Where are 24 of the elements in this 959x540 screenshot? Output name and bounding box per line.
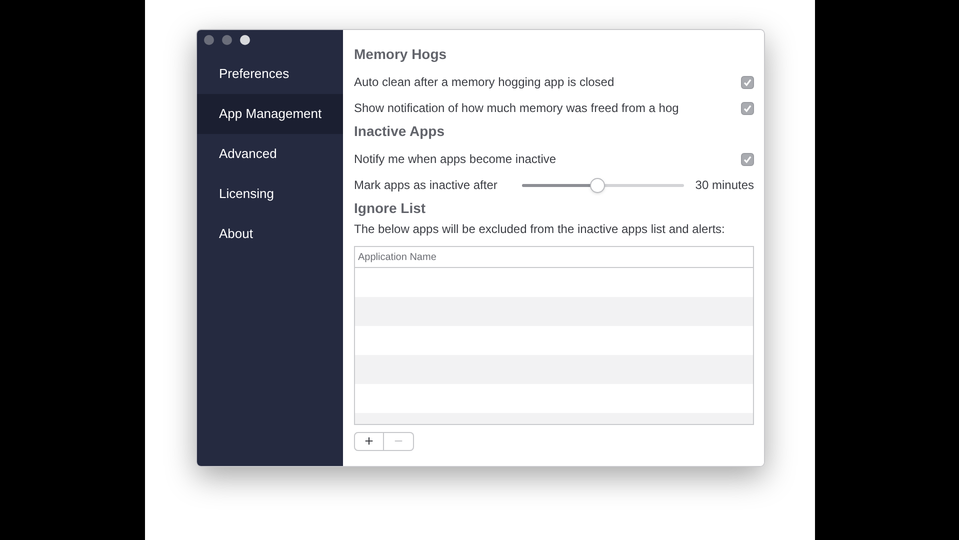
checkbox[interactable] <box>741 102 754 114</box>
checkmark-icon <box>743 154 752 164</box>
option-label: Notify me when apps become inactive <box>354 151 556 168</box>
option-label: Mark apps as inactive after <box>354 177 498 194</box>
checkmark-icon <box>743 78 752 86</box>
sidebar-item[interactable]: Licensing <box>197 174 343 214</box>
section-heading: Memory Hogs <box>354 45 448 64</box>
sidebar-item[interactable]: About <box>197 214 343 254</box>
slider-value: 30 minutes <box>695 177 754 194</box>
description-text: The below apps will be excluded from the inactive apps list and alerts: <box>354 221 726 238</box>
sidebar-item[interactable]: Advanced <box>197 134 343 174</box>
section-heading: Ignore List <box>354 199 427 218</box>
sidebar-item[interactable]: Preferences <box>197 54 343 94</box>
slider[interactable] <box>522 178 684 192</box>
sidebar-item[interactable]: App Management <box>197 94 343 134</box>
column-header[interactable]: Application Name <box>355 247 753 268</box>
slider-thumb[interactable] <box>590 178 605 192</box>
section-heading: Inactive Apps <box>354 122 446 141</box>
list-button[interactable]: + <box>354 432 384 451</box>
checkmark-icon <box>743 104 752 112</box>
option-label: Show notification of how much memory was freed from a hog <box>354 100 679 117</box>
checkbox[interactable] <box>741 76 754 88</box>
checkbox[interactable] <box>741 152 754 166</box>
option-label: Auto clean after a memory hogging app is closed <box>354 74 614 91</box>
